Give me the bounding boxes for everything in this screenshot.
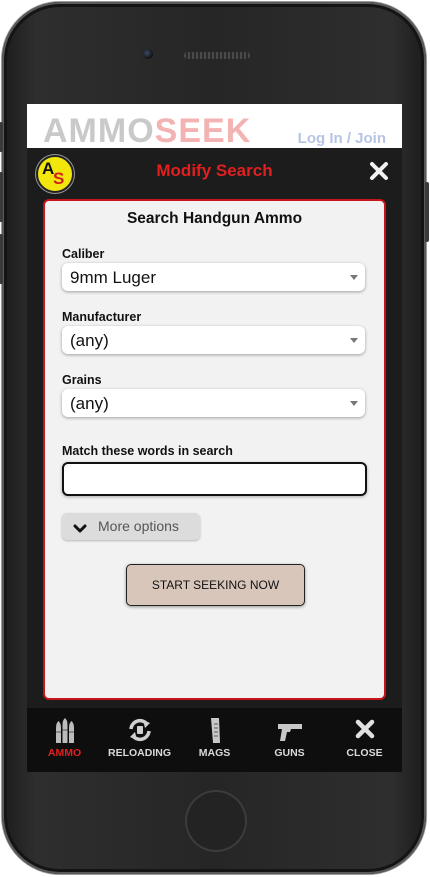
nav-item-close[interactable]: CLOSE <box>327 708 402 772</box>
volume-down-button <box>0 234 3 284</box>
site-logo: AMMOSEEK <box>43 112 251 151</box>
nav-label-mags: MAGS <box>198 747 231 759</box>
power-button <box>425 182 429 242</box>
grains-value: (any) <box>70 394 109 413</box>
nav-item-reloading[interactable]: RELOADING <box>102 708 177 772</box>
nav-label-reloading: RELOADING <box>108 747 171 759</box>
more-options-button[interactable]: More options <box>62 513 200 540</box>
search-form-card: Search Handgun Ammo Caliber 9mm Luger Ma… <box>43 199 386 700</box>
nav-item-guns[interactable]: GUNS <box>252 708 327 772</box>
volume-up-button <box>0 172 3 222</box>
dropdown-caret-icon <box>350 275 358 280</box>
nav-item-mags[interactable]: MAGS <box>177 708 252 772</box>
close-icon[interactable] <box>368 160 390 182</box>
pistol-icon <box>277 717 303 743</box>
nav-label-close: CLOSE <box>346 747 383 759</box>
phone-screen: AMMOSEEK Log In / Join A S Modify Search… <box>27 104 402 772</box>
manufacturer-select[interactable]: (any) <box>62 326 365 354</box>
magazine-icon <box>202 717 228 743</box>
home-button <box>185 790 247 852</box>
reloading-icon <box>127 717 153 743</box>
nav-item-ammo[interactable]: AMMO <box>27 708 102 772</box>
caliber-value: 9mm Luger <box>70 268 156 287</box>
bottom-nav: AMMO RELOADING MAGS GUNS CLOSE <box>27 708 402 772</box>
ammo-icon <box>52 717 78 743</box>
modal-title: Modify Search <box>156 161 273 180</box>
site-logo-right: SEEK <box>154 112 252 150</box>
front-camera <box>143 49 153 59</box>
close-icon <box>352 717 378 743</box>
manufacturer-label: Manufacturer <box>62 310 142 324</box>
keywords-input[interactable] <box>62 462 367 496</box>
dropdown-caret-icon <box>350 401 358 406</box>
keywords-label: Match these words in search <box>62 444 233 458</box>
caliber-label: Caliber <box>62 247 105 261</box>
manufacturer-value: (any) <box>70 331 109 350</box>
modal-header: A S Modify Search <box>27 148 402 198</box>
grains-select[interactable]: (any) <box>62 389 365 417</box>
mute-switch <box>0 122 3 152</box>
start-seeking-label: START SEEKING NOW <box>151 578 280 592</box>
earpiece-speaker <box>184 52 250 59</box>
dropdown-caret-icon <box>350 338 358 343</box>
start-seeking-button[interactable]: START SEEKING NOW <box>126 564 305 606</box>
site-header: AMMOSEEK Log In / Join <box>27 104 402 154</box>
more-options-label: More options <box>98 518 179 534</box>
caliber-select[interactable]: 9mm Luger <box>62 263 365 291</box>
nav-label-ammo: AMMO <box>47 747 82 759</box>
modify-search-modal: A S Modify Search Search Handgun Ammo Ca… <box>27 148 402 708</box>
grains-label: Grains <box>62 373 102 387</box>
chevron-down-icon <box>73 521 87 533</box>
nav-label-guns: GUNS <box>274 747 305 759</box>
form-heading: Search Handgun Ammo <box>126 210 303 227</box>
login-link[interactable]: Log In / Join <box>298 130 386 147</box>
site-logo-left: AMMO <box>43 112 155 150</box>
